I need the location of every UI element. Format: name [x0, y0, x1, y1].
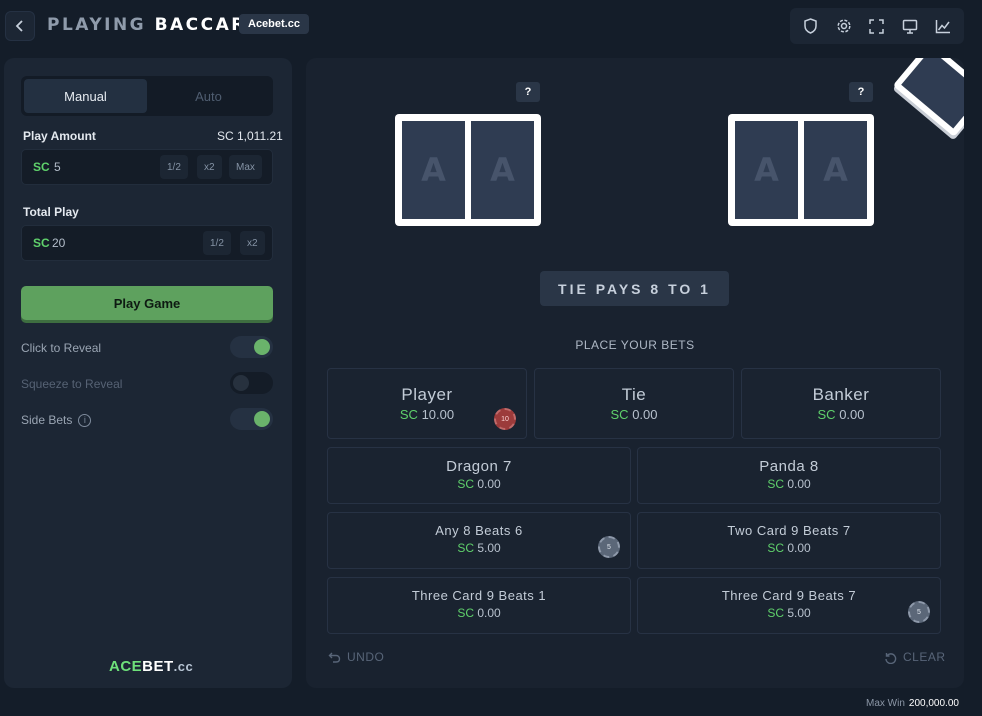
undo-icon: [328, 652, 341, 663]
info-icon[interactable]: i: [78, 414, 92, 428]
balance-value: SC 1,011.21: [217, 129, 283, 143]
baccarat-table: ? A A ? A A TIE PAYS 8 TO 1 PLACE YOUR B…: [306, 58, 964, 688]
chevron-left-icon: [15, 20, 23, 32]
toggle-knob: [254, 339, 270, 355]
play-amount-label: Play Amount: [23, 129, 96, 143]
squeeze-to-reveal-toggle[interactable]: [230, 372, 273, 394]
max-button[interactable]: Max: [229, 155, 262, 179]
undo-button[interactable]: UNDO: [328, 650, 384, 664]
card-back: A: [471, 121, 534, 219]
bet-three-card-9-beats-1[interactable]: Three Card 9 Beats 1 SC 0.00: [327, 577, 631, 634]
banker-hand: A A: [728, 114, 874, 226]
bet-tie[interactable]: Tie SC 0.00: [534, 368, 734, 439]
side-bets-label: Side Bets: [21, 413, 73, 427]
tie-pays-banner: TIE PAYS 8 TO 1: [540, 271, 729, 306]
bet-player[interactable]: Player SC 10.00 10: [327, 368, 527, 439]
toggle-knob: [254, 411, 270, 427]
refresh-icon: [885, 652, 897, 664]
currency-label: SC: [33, 160, 50, 174]
bet-three-card-9-beats-7[interactable]: Three Card 9 Beats 7 SC 5.00 5: [637, 577, 941, 634]
header: PLAYING BACCARAT Acebet.cc: [0, 0, 982, 52]
click-to-reveal-label: Click to Reveal: [21, 341, 102, 355]
play-game-button[interactable]: Play Game: [21, 286, 273, 320]
tab-auto[interactable]: Auto: [147, 79, 270, 113]
max-win-value: 200,000.00: [908, 698, 959, 709]
side-bets-toggle[interactable]: [230, 408, 273, 430]
half-button[interactable]: 1/2: [160, 155, 188, 179]
max-win-label: Max Win: [866, 698, 905, 709]
double-button[interactable]: x2: [197, 155, 222, 179]
squeeze-to-reveal-label: Squeeze to Reveal: [21, 377, 123, 391]
bet-panda-8[interactable]: Panda 8 SC 0.00: [637, 447, 941, 504]
chip: 5: [908, 601, 930, 623]
toggle-knob: [233, 375, 249, 391]
total-play-label: Total Play: [23, 205, 79, 219]
double-button[interactable]: x2: [240, 231, 265, 255]
currency-label: SC: [33, 236, 50, 250]
clear-button[interactable]: CLEAR: [884, 650, 946, 664]
player-help-button[interactable]: ?: [516, 82, 540, 102]
card-back: A: [804, 121, 867, 219]
click-to-reveal-toggle[interactable]: [230, 336, 273, 358]
shield-icon[interactable]: [799, 14, 823, 38]
max-win: Max Win 200,000.00: [866, 698, 959, 709]
mode-toggle: Manual Auto: [21, 76, 273, 116]
card-back: A: [735, 121, 798, 219]
chart-icon[interactable]: [931, 14, 955, 38]
play-amount-value: 5: [54, 160, 61, 174]
total-play-input[interactable]: SC 20 1/2 x2: [21, 225, 273, 261]
play-amount-input[interactable]: SC 5 1/2 x2 Max: [21, 149, 273, 185]
fullscreen-icon[interactable]: [865, 14, 889, 38]
brand-badge: Acebet.cc: [239, 14, 309, 34]
chip: 5: [598, 536, 620, 558]
toolbar: [790, 8, 964, 44]
chip: 10: [494, 408, 516, 430]
bet-control-panel: Manual Auto Play Amount SC 1,011.21 SC 5…: [4, 58, 292, 688]
bet-any-8-beats-6[interactable]: Any 8 Beats 6 SC 5.00 5: [327, 512, 631, 569]
bet-banker[interactable]: Banker SC 0.00: [741, 368, 941, 439]
card-back: A: [402, 121, 465, 219]
bet-dragon-7[interactable]: Dragon 7 SC 0.00: [327, 447, 631, 504]
back-button[interactable]: [5, 11, 35, 41]
title-prefix: PLAYING: [47, 15, 147, 35]
total-play-value: 20: [52, 236, 66, 250]
place-bets-label: PLACE YOUR BETS: [575, 338, 695, 352]
card-shoe: [892, 58, 964, 137]
tab-manual[interactable]: Manual: [24, 79, 147, 113]
banker-help-button[interactable]: ?: [849, 82, 873, 102]
player-hand: A A: [395, 114, 541, 226]
monitor-icon[interactable]: [898, 14, 922, 38]
half-button[interactable]: 1/2: [203, 231, 231, 255]
gear-icon[interactable]: [832, 14, 856, 38]
side-bets-option: Side Bets i: [21, 413, 92, 428]
bet-two-card-9-beats-7[interactable]: Two Card 9 Beats 7 SC 0.00: [637, 512, 941, 569]
acebet-logo: ACEBET.cc: [109, 658, 194, 675]
